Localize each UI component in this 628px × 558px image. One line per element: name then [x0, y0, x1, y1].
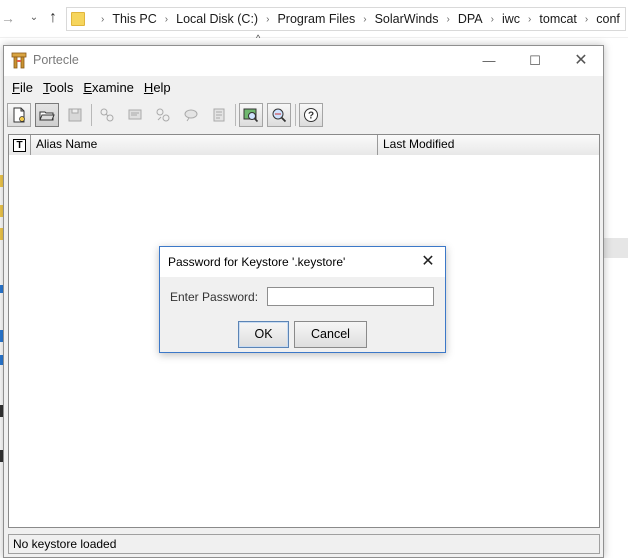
- keystore-report-button[interactable]: [207, 103, 231, 127]
- set-password-icon: [184, 109, 198, 122]
- breadcrumb-item[interactable]: Local Disk (C:): [176, 12, 258, 26]
- examine-certificate-button[interactable]: [239, 103, 263, 127]
- import-keypair-icon: [156, 108, 170, 122]
- menu-help-accel: H: [143, 79, 154, 95]
- caret-up-icon: ^: [256, 33, 261, 43]
- explorer-address-bar: → ⌄ ↑ › This PC › Local Disk (C:) › Prog…: [0, 0, 628, 43]
- status-bar: No keystore loaded: [8, 534, 600, 554]
- open-keystore-button[interactable]: [35, 103, 59, 127]
- save-keystore-icon: [68, 108, 82, 122]
- chevron-right-icon: ›: [584, 13, 589, 25]
- open-keystore-icon: [39, 111, 55, 121]
- folder-icon: [71, 12, 85, 26]
- new-keystore-icon: [13, 107, 25, 123]
- table-header: T Alias Name Last Modified: [9, 135, 599, 155]
- dialog-close-icon[interactable]: ✕: [411, 247, 445, 277]
- menu-help[interactable]: Help: [139, 80, 176, 95]
- dialog-title: Password for Keystore '.keystore': [168, 255, 346, 269]
- close-icon[interactable]: ✕: [558, 46, 604, 76]
- minimize-icon[interactable]: —: [466, 46, 512, 76]
- cancel-button[interactable]: Cancel: [294, 321, 367, 348]
- chevron-right-icon: ›: [528, 13, 532, 25]
- column-header-alias-name[interactable]: Alias Name: [31, 135, 378, 155]
- import-certificate-button[interactable]: [123, 103, 147, 127]
- toolbar: ?: [4, 100, 603, 130]
- breadcrumb-item[interactable]: SolarWinds: [375, 12, 439, 26]
- menu-file[interactable]: File: [7, 80, 38, 95]
- set-password-button[interactable]: [179, 103, 203, 127]
- keystore-report-icon: [213, 108, 225, 122]
- menu-tools[interactable]: Tools: [38, 80, 78, 95]
- password-dialog: Password for Keystore '.keystore' ✕ Ente…: [159, 246, 446, 353]
- explorer-scroll-area: [604, 238, 628, 258]
- examine-ssl-icon: [272, 108, 287, 123]
- maximize-icon[interactable]: ☐: [512, 46, 558, 76]
- dialog-title-bar[interactable]: Password for Keystore '.keystore' ✕: [160, 247, 445, 277]
- window-title: Portecle: [33, 53, 79, 67]
- recent-locations-chevron-icon[interactable]: ⌄: [26, 9, 42, 27]
- chevron-right-icon: ›: [164, 13, 169, 25]
- breadcrumb-item[interactable]: DPA: [458, 12, 483, 26]
- help-button[interactable]: ?: [299, 103, 323, 127]
- menu-file-accel: F: [12, 79, 20, 95]
- import-certificate-icon: [128, 109, 142, 120]
- examine-certificate-icon: [243, 108, 259, 123]
- save-keystore-button[interactable]: [63, 103, 87, 127]
- menu-help-label: elp: [153, 79, 171, 95]
- chevron-right-icon: ›: [446, 13, 450, 25]
- toolbar-separator: [295, 104, 296, 126]
- menu-examine-accel: E: [83, 79, 92, 95]
- up-arrow-icon[interactable]: ↑: [45, 9, 61, 27]
- entry-type-icon: T: [13, 138, 26, 152]
- import-keypair-button[interactable]: [151, 103, 175, 127]
- toolbar-separator: [91, 104, 92, 126]
- column-header-last-modified[interactable]: Last Modified: [378, 135, 599, 155]
- chevron-right-icon: ›: [490, 13, 494, 25]
- menu-examine-label: xamine: [92, 79, 134, 95]
- generate-keypair-icon: [100, 108, 114, 122]
- title-bar[interactable]: Portecle — ☐ ✕: [4, 46, 603, 76]
- breadcrumb-item[interactable]: This PC: [112, 12, 156, 26]
- toolbar-separator: [235, 104, 236, 126]
- menu-file-label: ile: [19, 79, 33, 95]
- help-icon: ?: [304, 108, 318, 122]
- breadcrumb-item[interactable]: tomcat: [539, 12, 577, 26]
- chevron-right-icon: ›: [101, 13, 105, 25]
- menu-examine[interactable]: Examine: [78, 80, 139, 95]
- password-label: Enter Password:: [170, 290, 259, 304]
- chevron-right-icon: ›: [266, 13, 270, 25]
- breadcrumb[interactable]: › This PC › Local Disk (C:) › Program Fi…: [66, 7, 626, 31]
- svg-text:?: ?: [308, 111, 314, 122]
- breadcrumb-item[interactable]: iwc: [502, 12, 520, 26]
- breadcrumb-item[interactable]: conf: [596, 12, 620, 26]
- breadcrumb-item[interactable]: Program Files: [277, 12, 355, 26]
- menu-tools-label: ools: [49, 79, 74, 95]
- column-header-type[interactable]: T: [9, 135, 31, 155]
- chevron-right-icon: ›: [363, 13, 367, 25]
- examine-ssl-button[interactable]: [267, 103, 291, 127]
- new-keystore-button[interactable]: [7, 103, 31, 127]
- menu-bar: File Tools Examine Help: [4, 76, 603, 98]
- generate-keypair-button[interactable]: [95, 103, 119, 127]
- portecle-app-icon: [11, 52, 27, 69]
- ok-button[interactable]: OK: [238, 321, 289, 348]
- back-arrow-icon[interactable]: →: [0, 9, 16, 27]
- password-field[interactable]: [267, 287, 434, 306]
